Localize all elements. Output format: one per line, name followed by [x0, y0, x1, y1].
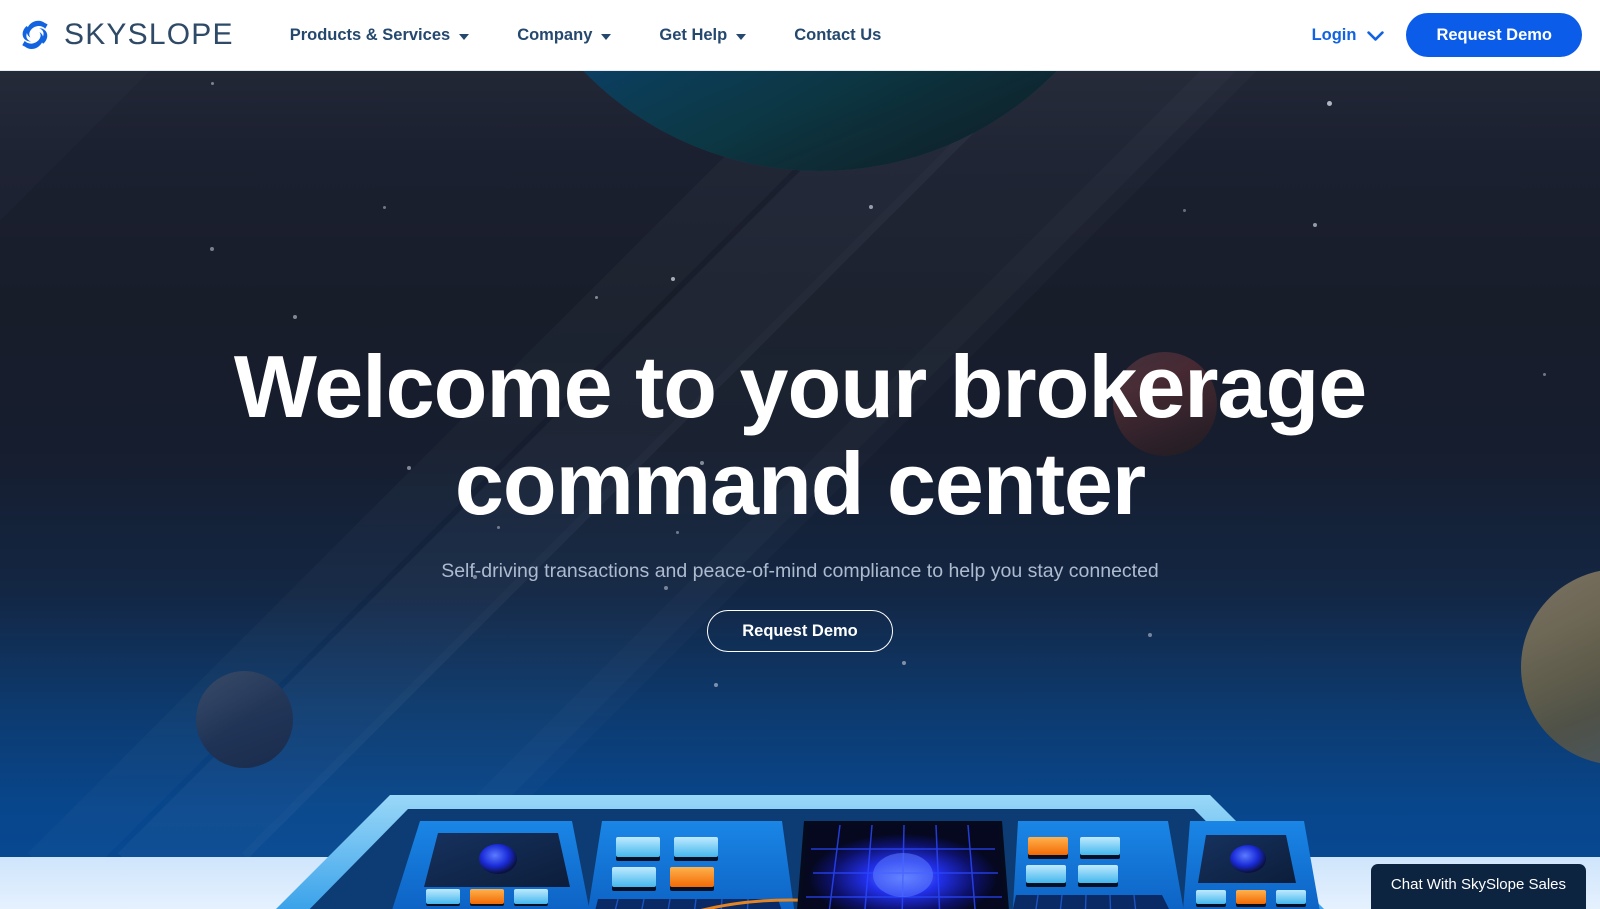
request-demo-button-hero[interactable]: Request Demo — [707, 610, 893, 652]
spaceship-control-console — [276, 795, 1324, 909]
main-navigation: Products & Services Company Get Help Con… — [266, 0, 906, 71]
hero-headline: Welcome to your brokerage command center — [233, 337, 1367, 533]
star-dot — [902, 661, 906, 665]
hero-content: Welcome to your brokerage command center… — [0, 71, 1600, 652]
nav-item-products-services[interactable]: Products & Services — [266, 0, 494, 71]
blue-planet — [196, 671, 293, 768]
nav-label: Get Help — [659, 25, 728, 44]
logo-wordmark: SKYSLOPE — [64, 18, 234, 51]
chevron-down-icon — [601, 33, 612, 40]
logo-link[interactable]: SKYSLOPE — [16, 16, 234, 54]
header-actions: Login Request Demo — [1290, 13, 1582, 57]
login-label: Login — [1311, 25, 1357, 44]
chevron-down-icon — [459, 33, 470, 40]
chat-with-sales-tab[interactable]: Chat With SkySlope Sales — [1370, 864, 1586, 909]
skyslope-s-swoosh-icon — [22, 20, 48, 49]
request-demo-button-header[interactable]: Request Demo — [1406, 13, 1582, 57]
chevron-down-icon — [736, 33, 747, 40]
nav-item-company[interactable]: Company — [493, 0, 635, 71]
nav-label: Company — [517, 25, 593, 44]
hero-section: Welcome to your brokerage command center… — [0, 71, 1600, 909]
nav-label: Contact Us — [794, 25, 882, 44]
nav-item-get-help[interactable]: Get Help — [635, 0, 770, 71]
chevron-down-icon — [1367, 30, 1385, 41]
site-header: SKYSLOPE Products & Services Company Get… — [0, 0, 1600, 71]
console-artwork-wrap — [0, 774, 1600, 909]
nav-label: Products & Services — [289, 25, 451, 44]
star-dot — [714, 683, 718, 687]
nav-item-contact-us[interactable]: Contact Us — [770, 0, 905, 71]
login-menu-button[interactable]: Login — [1290, 26, 1407, 45]
hero-subheadline: Self-driving transactions and peace-of-m… — [441, 560, 1159, 582]
